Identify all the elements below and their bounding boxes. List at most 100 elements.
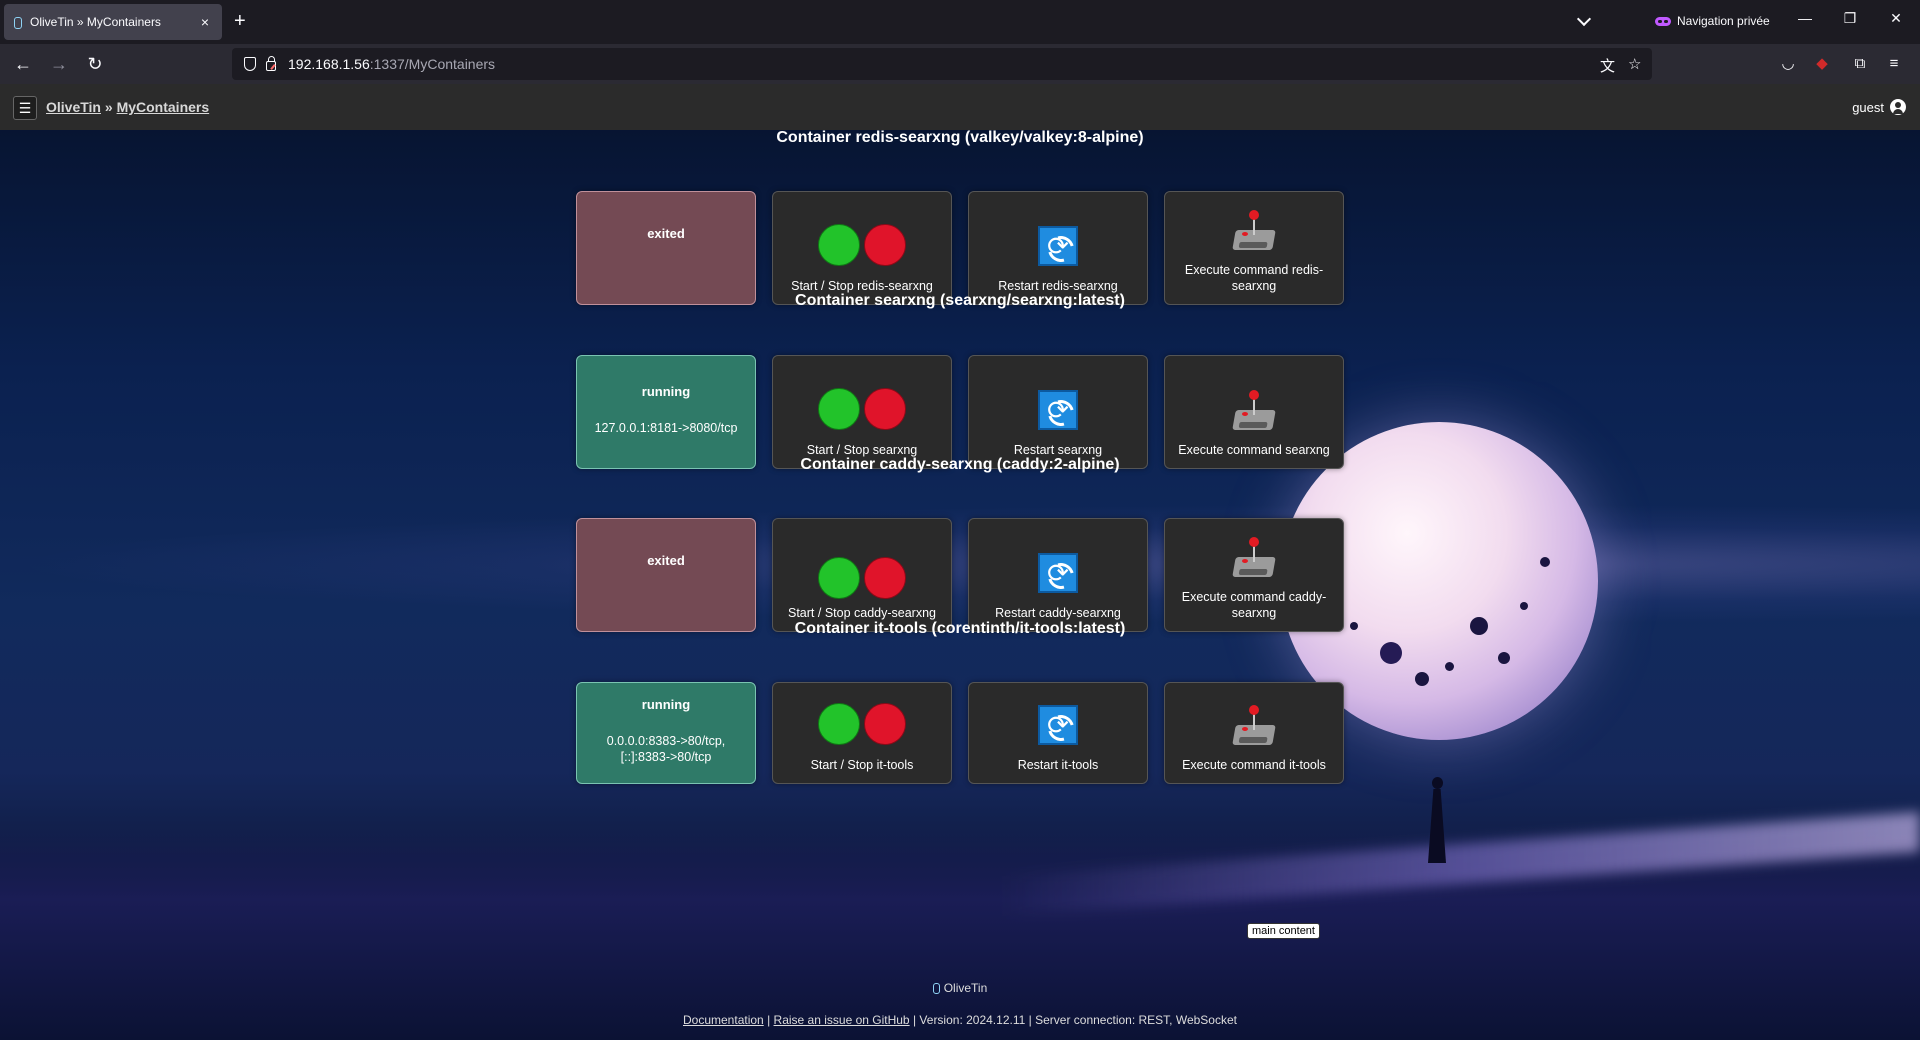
server-connection-text: Server connection: REST, WebSocket xyxy=(1035,1012,1237,1027)
back-arrow-icon[interactable]: ← xyxy=(12,53,34,75)
olivetin-logo-icon xyxy=(932,982,940,994)
footer: OliveTin Documentation | Raise an issue … xyxy=(0,981,1920,1027)
footer-separator: | xyxy=(912,1012,917,1027)
user-info[interactable]: guest xyxy=(1852,99,1906,115)
olivetin-favicon-icon xyxy=(12,15,22,29)
start-stop-button[interactable]: Start / Stop it-tools xyxy=(772,682,952,784)
restart-button[interactable]: Restart it-tools xyxy=(968,682,1148,784)
execute-command-button[interactable]: Execute command redis-searxng xyxy=(1164,191,1344,305)
joystick-icon xyxy=(1232,210,1276,254)
button-label: Execute command caddy-searxng xyxy=(1181,590,1327,620)
container-title: Container caddy-searxng (caddy:2-alpine) xyxy=(800,456,1120,473)
green-start-icon xyxy=(818,388,860,430)
version-text: Version: 2024.12.11 xyxy=(919,1012,1026,1027)
username: guest xyxy=(1852,99,1884,115)
documentation-link[interactable]: Documentation xyxy=(683,1013,764,1027)
joystick-icon xyxy=(1232,390,1276,434)
standing-figure-silhouette xyxy=(1426,777,1448,865)
start-stop-button[interactable]: Start / Stop redis-searxng xyxy=(772,191,952,305)
red-stop-icon xyxy=(864,224,906,266)
stardust-band xyxy=(0,504,1920,624)
breadcrumb-root-link[interactable]: OliveTin xyxy=(46,99,101,115)
extension-icon[interactable]: ⧉ xyxy=(1850,54,1870,74)
container-title: Container redis-searxng (valkey/valkey:8… xyxy=(776,129,1144,146)
reload-icon[interactable]: ↻ xyxy=(84,53,106,75)
new-tab-button[interactable]: + xyxy=(234,10,246,32)
forward-arrow-icon[interactable]: → xyxy=(48,53,70,75)
private-browsing-indicator: Navigation privée xyxy=(1655,14,1770,28)
status-text: running xyxy=(641,697,691,712)
tab-close-icon[interactable]: × xyxy=(196,14,214,30)
page-viewport: ☰ OliveTin » MyContainers guest Containe… xyxy=(0,84,1920,1040)
execute-command-button[interactable]: Execute command searxng xyxy=(1164,355,1344,469)
status-text: exited xyxy=(647,226,685,241)
restart-button[interactable]: Restart redis-searxng xyxy=(968,191,1148,305)
restart-icon xyxy=(1038,226,1078,266)
tab-title: OliveTin » MyContainers xyxy=(30,15,161,29)
button-label: Restart caddy-searxng xyxy=(995,606,1121,620)
ports-text: 127.0.0.1:8181->8080/tcp xyxy=(594,421,738,435)
container-status-card: exited xyxy=(576,518,756,632)
translate-icon[interactable]: 文 xyxy=(1600,55,1615,76)
container-status-card: running 0.0.0.0:8383->80/tcp, [::]:8383-… xyxy=(576,682,756,784)
olivetin-header: ☰ OliveTin » MyContainers guest xyxy=(0,84,1920,130)
footer-separator: | xyxy=(1028,1012,1032,1027)
start-stop-button[interactable]: Start / Stop caddy-searxng xyxy=(772,518,952,632)
joystick-icon xyxy=(1232,705,1276,749)
user-avatar-icon xyxy=(1890,99,1906,115)
list-all-tabs-chevron-icon[interactable] xyxy=(1576,12,1594,30)
minimize-icon[interactable]: — xyxy=(1795,10,1815,26)
browser-tab-strip: OliveTin » MyContainers × + Navigation p… xyxy=(0,0,1920,44)
addon-icon[interactable]: ◆ xyxy=(1812,54,1832,74)
restart-icon xyxy=(1038,553,1078,593)
red-stop-icon xyxy=(864,703,906,745)
restart-icon xyxy=(1038,390,1078,430)
breadcrumb-separator: » xyxy=(104,99,113,115)
browser-navigation-bar: ← → ↻ 192.168.1.56 :1337/MyContainers 文 … xyxy=(0,44,1920,84)
status-text: running xyxy=(641,384,691,399)
bookmark-star-icon[interactable]: ☆ xyxy=(1628,55,1641,73)
container-status-card: exited xyxy=(576,191,756,305)
start-stop-button[interactable]: Start / Stop searxng xyxy=(772,355,952,469)
restart-button[interactable]: Restart caddy-searxng xyxy=(968,518,1148,632)
tooltip: main content xyxy=(1247,923,1320,939)
button-label: Execute command it-tools xyxy=(1182,758,1326,772)
restart-button[interactable]: Restart searxng xyxy=(968,355,1148,469)
breadcrumb: OliveTin » MyContainers xyxy=(46,99,209,115)
button-label: Start / Stop it-tools xyxy=(810,758,914,772)
footer-brand: OliveTin xyxy=(932,981,988,995)
container-title: Container searxng (searxng/searxng:lates… xyxy=(795,292,1125,309)
button-label: Restart it-tools xyxy=(1017,758,1099,772)
button-label: Execute command redis-searxng xyxy=(1184,263,1324,293)
status-text: exited xyxy=(647,553,685,568)
browser-tab[interactable]: OliveTin » MyContainers × xyxy=(4,4,222,40)
execute-command-button[interactable]: Execute command caddy-searxng xyxy=(1164,518,1344,632)
insecure-lock-icon[interactable] xyxy=(266,56,276,71)
sidebar-toggle-button[interactable]: ☰ xyxy=(13,96,37,120)
private-label: Navigation privée xyxy=(1677,14,1770,28)
restart-icon xyxy=(1038,705,1078,745)
url-host: 192.168.1.56 xyxy=(288,56,370,72)
private-mask-icon xyxy=(1655,16,1671,26)
restore-icon[interactable]: ❐ xyxy=(1840,10,1860,27)
window-close-icon[interactable]: ✕ xyxy=(1886,10,1906,27)
button-label: Start / Stop caddy-searxng xyxy=(788,606,936,620)
address-bar[interactable]: 192.168.1.56 :1337/MyContainers 文 ☆ xyxy=(232,48,1652,80)
pocket-icon[interactable]: ◡ xyxy=(1778,54,1798,74)
footer-links: Documentation | Raise an issue on GitHub… xyxy=(0,1013,1920,1027)
start-stop-lights xyxy=(818,703,906,745)
ports-text: 0.0.0.0:8383->80/tcp, [::]:8383->80/tcp xyxy=(606,734,726,764)
start-stop-lights xyxy=(818,388,906,430)
footer-brand-name: OliveTin xyxy=(943,981,988,995)
breadcrumb-page-link[interactable]: MyContainers xyxy=(117,99,210,115)
raise-issue-link[interactable]: Raise an issue on GitHub xyxy=(774,1013,910,1027)
container-status-card: running 127.0.0.1:8181->8080/tcp xyxy=(576,355,756,469)
joystick-icon xyxy=(1232,537,1276,581)
green-start-icon xyxy=(818,703,860,745)
shield-icon[interactable] xyxy=(244,57,256,71)
url-path: :1337/MyContainers xyxy=(369,56,496,72)
red-stop-icon xyxy=(864,557,906,599)
execute-command-button[interactable]: Execute command it-tools xyxy=(1164,682,1344,784)
menu-icon[interactable]: ≡ xyxy=(1884,54,1904,74)
green-start-icon xyxy=(818,224,860,266)
